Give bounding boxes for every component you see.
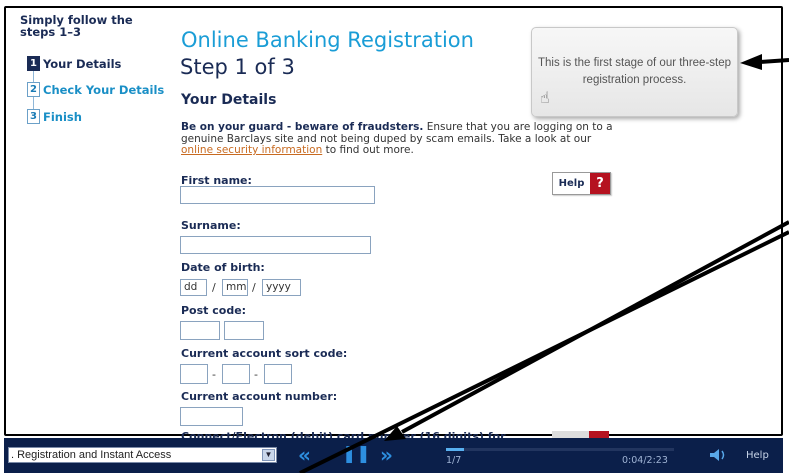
warning-end: to find out more. — [322, 144, 414, 156]
step-label: Check Your Details — [43, 82, 165, 97]
sort-code-separator: - — [254, 368, 258, 381]
fraud-warning: Be on your guard - beware of fraudsters.… — [181, 121, 621, 157]
page-title: Online Banking Registration — [181, 28, 474, 52]
surname-input[interactable] — [180, 236, 371, 254]
slide-counter: 1/7 — [446, 455, 462, 466]
tooltip-callout: This is the first stage of our three-ste… — [531, 27, 738, 117]
question-icon: ? — [590, 173, 610, 194]
section-heading: Your Details — [181, 92, 277, 108]
sidebar-step-finish[interactable]: 3 Finish — [27, 109, 82, 124]
dob-label: Date of birth: — [181, 261, 265, 274]
account-number-input[interactable] — [180, 407, 243, 426]
progress-fill — [446, 448, 465, 451]
dob-month-input[interactable]: mm — [222, 279, 248, 296]
step-label: Finish — [43, 109, 82, 124]
postcode-label: Post code: — [181, 304, 247, 317]
speaker-icon[interactable] — [710, 449, 728, 461]
player-help-button[interactable]: Help — [746, 450, 769, 461]
hand-cursor-icon: ☝ — [540, 88, 550, 107]
dob-year-input[interactable]: yyyy — [262, 279, 301, 296]
forward-icon[interactable]: » — [380, 443, 393, 467]
rewind-icon[interactable]: « — [298, 443, 311, 467]
sidebar-title: Simply follow the steps 1–3 — [20, 13, 133, 39]
step-indicator: Step 1 of 3 — [180, 55, 295, 79]
sidebar-step-your-details[interactable]: 1 Your Details — [27, 56, 121, 71]
sort-code-label: Current account sort code: — [181, 347, 348, 360]
dob-day-input[interactable]: dd — [180, 279, 207, 296]
pause-icon[interactable]: ❚❚ — [342, 444, 371, 464]
dob-separator: / — [252, 281, 256, 294]
time-readout: 0:04/2:23 — [622, 455, 668, 466]
step-number: 3 — [27, 109, 40, 124]
tooltip-text: This is the first stage of our three-ste… — [537, 57, 732, 86]
help-label: Help — [558, 178, 585, 189]
account-number-label: Current account number: — [181, 390, 338, 403]
sort-code-part2-input[interactable] — [222, 364, 250, 384]
sort-code-separator: - — [212, 368, 216, 381]
step-number: 2 — [27, 82, 40, 97]
warning-bold: Be on your guard - beware of fraudsters. — [181, 121, 424, 133]
surname-label: Surname: — [181, 219, 241, 232]
step-label: Your Details — [43, 56, 122, 71]
progress-bar[interactable] — [446, 448, 674, 451]
chevron-down-icon[interactable]: ▼ — [262, 449, 275, 461]
sidebar-step-check-details[interactable]: 2 Check Your Details — [27, 82, 164, 97]
step-number: 1 — [27, 56, 40, 71]
dob-separator: / — [212, 281, 216, 294]
first-name-input[interactable] — [180, 186, 375, 204]
chapter-select-value: . Registration and Instant Access — [11, 449, 172, 461]
postcode-part1-input[interactable] — [180, 321, 220, 340]
sort-code-part1-input[interactable] — [180, 364, 208, 384]
chapter-select[interactable]: . Registration and Instant Access ▼ — [8, 447, 277, 463]
postcode-part2-input[interactable] — [224, 321, 264, 340]
sort-code-part3-input[interactable] — [264, 364, 292, 384]
help-button[interactable]: Help ? — [552, 172, 611, 195]
security-info-link[interactable]: online security information — [181, 144, 322, 156]
